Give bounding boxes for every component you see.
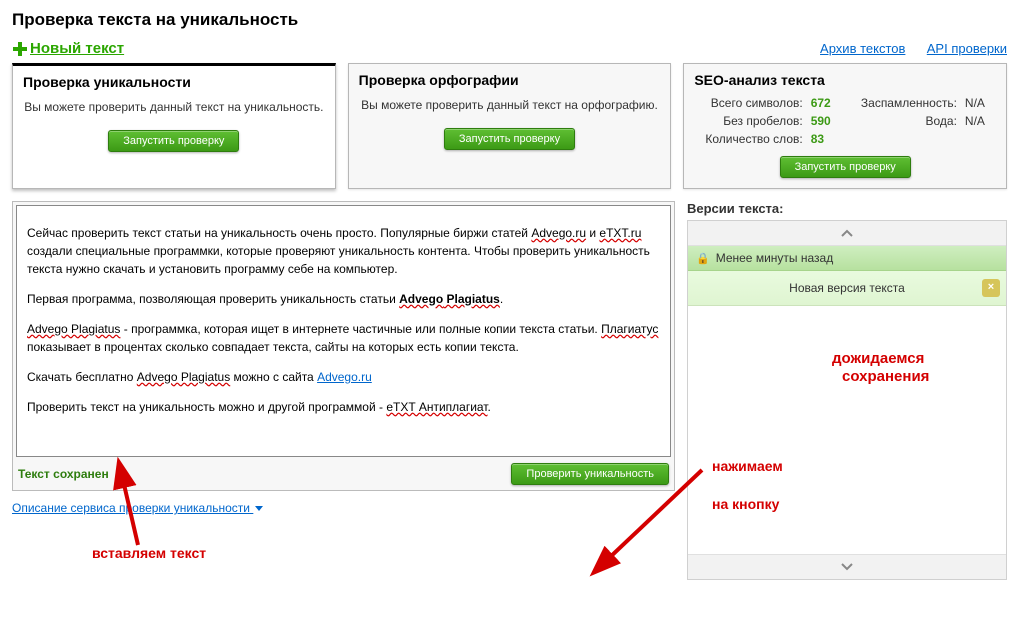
version-time: Менее минуты назад xyxy=(716,251,834,265)
version-item[interactable]: 🔒 Менее минуты назад Новая версия текста… xyxy=(688,246,1006,306)
chevron-down-icon xyxy=(840,563,854,571)
run-spelling-button[interactable]: Запустить проверку xyxy=(444,128,575,150)
seo-stats: Всего символов: 672 Заспамленность: N/A … xyxy=(694,96,996,146)
seo-total-chars-value: 672 xyxy=(811,96,842,110)
tab-uniqueness-desc: Вы можете проверить данный текст на уник… xyxy=(23,100,325,114)
tab-seo-title: SEO-анализ текста xyxy=(694,72,996,88)
seo-words-value: 83 xyxy=(811,132,842,146)
check-uniqueness-button[interactable]: Проверить уникальность xyxy=(511,463,669,485)
service-description-link[interactable]: Описание сервиса проверки уникальности xyxy=(12,501,263,515)
seo-nospaces-value: 590 xyxy=(811,114,842,128)
new-text-link[interactable]: Новый текст xyxy=(12,40,124,57)
version-close-button[interactable]: × xyxy=(982,279,1000,297)
run-uniqueness-button[interactable]: Запустить проверку xyxy=(108,130,239,152)
versions-title: Версии текста: xyxy=(687,201,1007,216)
seo-spam-label: Заспамленность: xyxy=(850,96,957,110)
chevron-down-icon xyxy=(255,506,263,511)
tab-seo[interactable]: SEO-анализ текста Всего символов: 672 За… xyxy=(683,63,1007,189)
page-title: Проверка текста на уникальность xyxy=(12,10,1007,30)
text-editor[interactable]: Сейчас проверить текст статьи на уникаль… xyxy=(17,206,670,456)
versions-list: 🔒 Менее минуты назад Новая версия текста… xyxy=(687,220,1007,580)
tab-uniqueness-title: Проверка уникальности xyxy=(23,74,325,90)
seo-water-label: Вода: xyxy=(850,114,957,128)
saved-status: Текст сохранен xyxy=(18,467,109,481)
seo-total-chars-label: Всего символов: xyxy=(694,96,802,110)
run-seo-button[interactable]: Запустить проверку xyxy=(780,156,911,178)
api-link[interactable]: API проверки xyxy=(927,41,1007,56)
versions-scroll-down[interactable] xyxy=(688,554,1006,579)
new-text-label: Новый текст xyxy=(30,40,124,57)
tab-spelling[interactable]: Проверка орфографии Вы можете проверить … xyxy=(348,63,672,189)
editor-area: Сейчас проверить текст статьи на уникаль… xyxy=(12,201,675,491)
tab-spelling-title: Проверка орфографии xyxy=(359,72,661,88)
seo-spam-value: N/A xyxy=(965,96,996,110)
chevron-up-icon xyxy=(840,229,854,237)
seo-words-label: Количество слов: xyxy=(694,132,802,146)
top-links: Архив текстов API проверки xyxy=(820,41,1007,56)
advego-link[interactable]: Advego.ru xyxy=(317,370,372,384)
lock-icon: 🔒 xyxy=(696,252,710,265)
tab-uniqueness[interactable]: Проверка уникальности Вы можете проверит… xyxy=(12,63,336,189)
archive-link[interactable]: Архив текстов xyxy=(820,41,905,56)
plus-icon xyxy=(12,41,28,57)
version-title: Новая версия текста xyxy=(789,281,905,295)
versions-scroll-up[interactable] xyxy=(688,221,1006,246)
seo-nospaces-label: Без пробелов: xyxy=(694,114,802,128)
seo-water-value: N/A xyxy=(965,114,996,128)
tab-spelling-desc: Вы можете проверить данный текст на орфо… xyxy=(359,98,661,112)
